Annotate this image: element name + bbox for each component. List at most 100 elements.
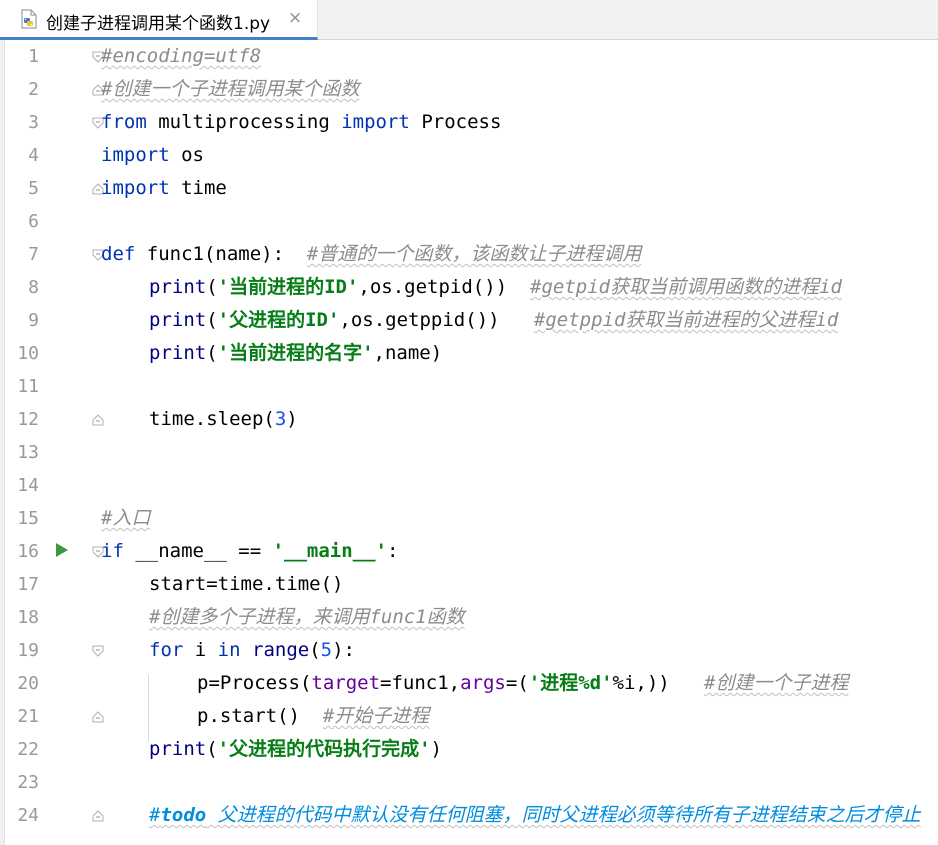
builtin: print	[149, 342, 207, 364]
code-text: ,name)	[373, 342, 443, 364]
builtin: range	[252, 639, 310, 661]
paren: )	[430, 738, 442, 760]
code-line: print('当前进程的ID',os.getpid()) #getpid获取当前…	[149, 271, 842, 304]
comment: #encoding=utf8	[101, 45, 262, 67]
keyword: from	[101, 111, 147, 133]
code-text: :	[387, 540, 399, 562]
code-text: __name__ ==	[123, 540, 273, 562]
keyword: import	[101, 177, 170, 199]
comment: #开始子进程	[322, 705, 430, 727]
paren: (	[206, 342, 218, 364]
code-line: p.start() #开始子进程	[197, 700, 429, 733]
keyword: for	[149, 639, 184, 661]
line-number: 21	[17, 706, 39, 727]
code-text: ):	[332, 639, 355, 661]
code-line: #创建多个子进程，来调用func1函数	[149, 601, 465, 634]
paren: (	[206, 276, 218, 298]
string: '当前进程的ID'	[217, 276, 359, 298]
code-text: i	[183, 639, 218, 661]
line-number: 4	[28, 145, 39, 166]
string: '当前进程的名字'	[217, 342, 374, 364]
builtin: print	[149, 276, 207, 298]
code-line: #encoding=utf8	[101, 40, 261, 73]
editor-tab-bar: 创建子进程调用某个函数1.py ×	[0, 0, 938, 40]
line-number: 15	[17, 508, 39, 529]
line-number: 1	[28, 46, 39, 67]
line-number: 14	[17, 475, 39, 496]
line-number: 17	[17, 574, 39, 595]
number: 3	[274, 408, 287, 430]
code-editor[interactable]: #encoding=utf8 #创建一个子进程调用某个函数 from multi…	[100, 40, 938, 845]
code-line: for i in range(5):	[149, 634, 355, 667]
python-file-icon	[21, 9, 37, 29]
builtin: print	[149, 738, 207, 760]
code-line: print('父进程的ID',os.getppid()) #getppid获取当…	[149, 304, 838, 337]
code-text: time.sleep(	[149, 408, 275, 430]
line-number: 13	[17, 442, 39, 463]
line-number: 7	[28, 244, 39, 265]
string: '进程%d'	[528, 672, 613, 694]
line-number: 18	[17, 607, 39, 628]
todo-keyword: todo	[160, 804, 207, 826]
code-line: #todo 父进程的代码中默认没有任何阻塞，同时父进程必须等待所有子进程结束之后…	[149, 799, 921, 832]
comment: #getppid获取当前进程的父进程id	[533, 309, 839, 331]
run-gutter-icon[interactable]	[56, 543, 68, 557]
identifier: Process	[409, 111, 502, 133]
line-number: 6	[28, 211, 39, 232]
code-text: %i,))	[612, 672, 705, 694]
function-signature: func1(name):	[135, 243, 307, 265]
code-line: p=Process(target=func1,args=('进程%d'%i,))…	[197, 667, 849, 700]
keyword-argument: args	[460, 672, 506, 694]
comment: #getpid获取当前调用函数的进程id	[530, 276, 842, 298]
comment: #普通的一个函数，该函数让子进程调用	[306, 243, 642, 265]
line-number: 8	[28, 277, 39, 298]
comment: #创建多个子进程，来调用func1函数	[149, 606, 465, 628]
paren: (	[309, 639, 321, 661]
keyword: if	[101, 540, 124, 562]
line-number: 24	[17, 805, 39, 826]
code-text: ,os.getppid())	[339, 309, 534, 331]
paren: (	[206, 738, 218, 760]
code-line: #创建一个子进程调用某个函数	[101, 73, 359, 106]
code-text: =func1,	[380, 672, 461, 694]
line-number: 22	[17, 739, 39, 760]
line-number: 5	[28, 178, 39, 199]
code-line: if __name__ == '__main__':	[101, 535, 398, 568]
file-tab[interactable]: 创建子进程调用某个函数1.py ×	[0, 0, 318, 40]
code-line: import os	[101, 139, 204, 172]
line-number: 23	[17, 772, 39, 793]
keyword: import	[341, 111, 410, 133]
keyword: def	[101, 243, 136, 265]
module-name: time	[169, 177, 227, 199]
code-text: ,os.getpid())	[358, 276, 531, 298]
string: '父进程的代码执行完成'	[217, 738, 431, 760]
code-text: p=Process(	[197, 672, 312, 694]
comment: #创建一个子进程调用某个函数	[101, 78, 360, 100]
todo-text: 父进程的代码中默认没有任何阻塞，同时父进程必须等待所有子进程结束之后才停止	[206, 804, 921, 826]
number: 5	[320, 639, 333, 661]
keyword-argument: target	[311, 672, 381, 694]
code-line: def func1(name): #普通的一个函数，该函数让子进程调用	[101, 238, 641, 271]
string: '__main__'	[272, 540, 387, 562]
todo-hash: #	[149, 804, 161, 826]
file-tab-title: 创建子进程调用某个函数1.py	[46, 14, 271, 34]
line-number: 20	[17, 673, 39, 694]
line-number: 3	[28, 112, 39, 133]
code-text: p.start()	[197, 705, 323, 727]
builtin: print	[149, 309, 207, 331]
module-name: multiprocessing	[146, 111, 342, 133]
paren: (	[206, 309, 218, 331]
comment: #创建一个子进程	[704, 672, 849, 694]
line-number: 19	[17, 640, 39, 661]
keyword: in	[217, 639, 241, 661]
close-tab-icon[interactable]: ×	[288, 8, 302, 28]
line-number: 2	[28, 79, 39, 100]
todo-comment: #todo 父进程的代码中默认没有任何阻塞，同时父进程必须等待所有子进程结束之后…	[149, 804, 921, 826]
code-line: #入口	[101, 502, 150, 535]
code-text: =(	[505, 672, 529, 694]
keyword: import	[101, 144, 170, 166]
code-line: time.sleep(3)	[149, 403, 298, 436]
line-number: 10	[17, 343, 39, 364]
paren: )	[286, 408, 298, 430]
